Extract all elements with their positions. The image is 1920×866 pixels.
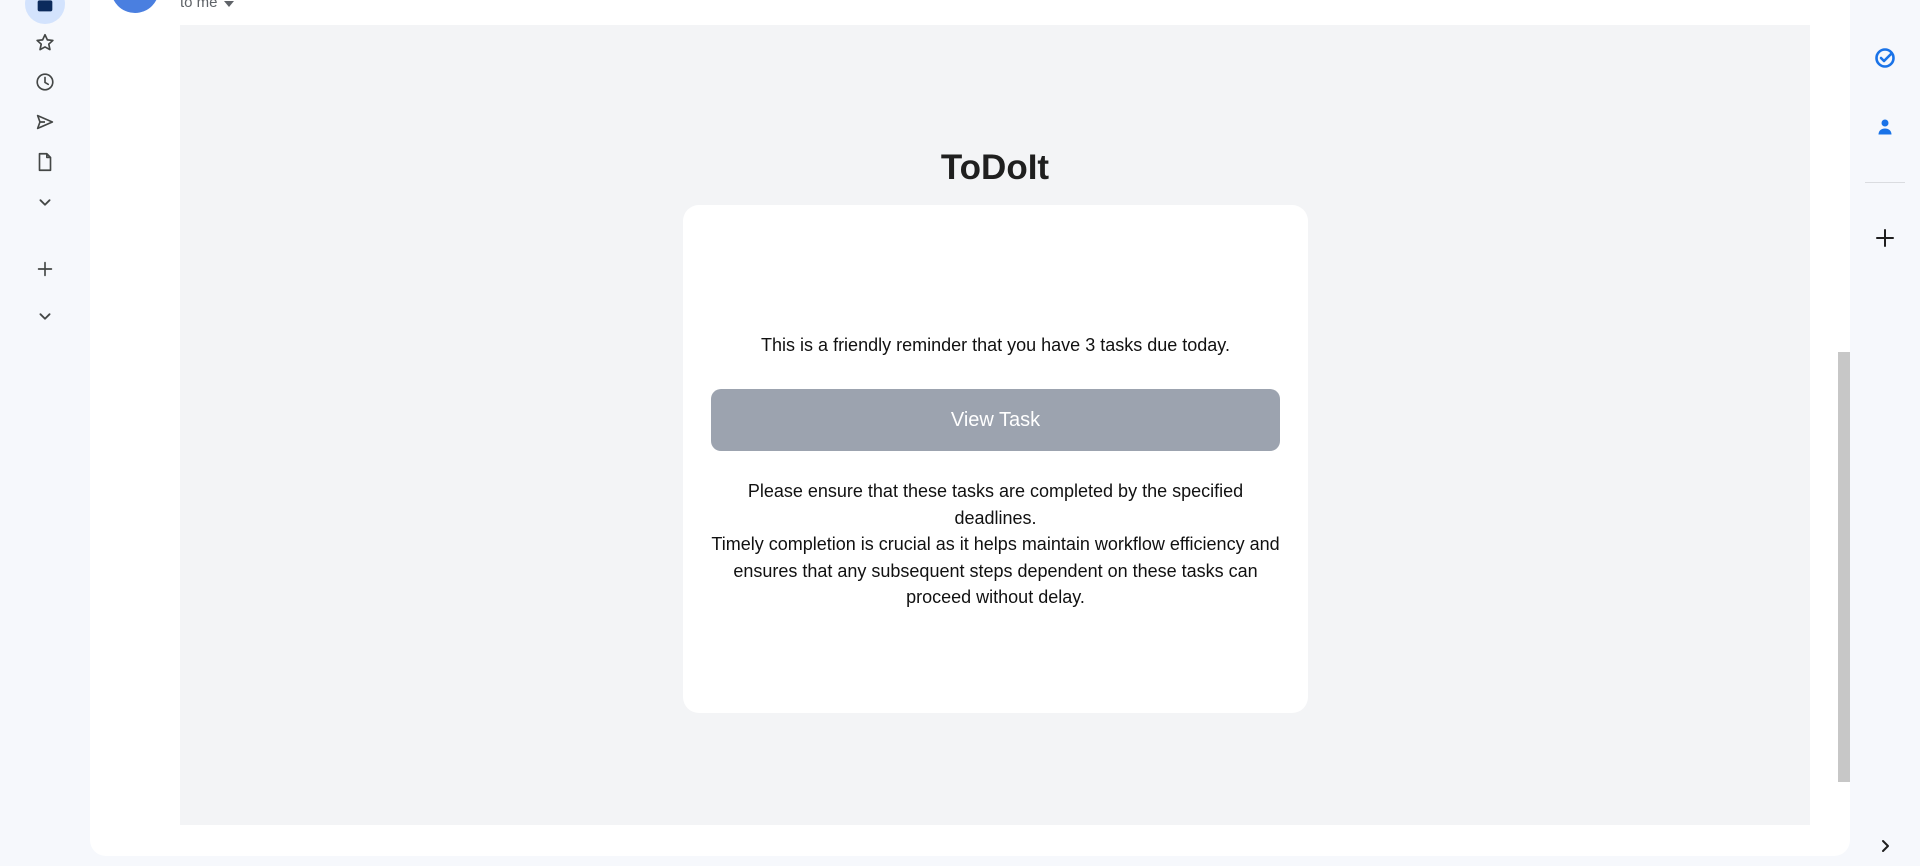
starred-button[interactable] (25, 23, 65, 63)
contacts-button[interactable] (1865, 107, 1905, 147)
brand-title: ToDoIt (940, 148, 1050, 187)
chevron-down-icon (39, 313, 51, 320)
body-line: Timely completion is crucial as it helps… (711, 534, 1280, 554)
reminder-card: This is a friendly reminder that you hav… (683, 205, 1308, 713)
snoozed-button[interactable] (25, 62, 65, 102)
inbox-button[interactable] (25, 0, 65, 24)
drafts-button[interactable] (25, 142, 65, 182)
body-paragraph: Please ensure that these tasks are compl… (708, 478, 1283, 611)
recipient-label: to me (180, 0, 218, 11)
plus-icon (37, 261, 53, 277)
clock-icon (36, 73, 54, 91)
rail-divider (1865, 182, 1905, 183)
email-body: ToDoIt This is a friendly reminder that … (180, 25, 1810, 825)
contacts-icon (1878, 119, 1892, 135)
body-line: proceed without delay. (906, 587, 1085, 607)
view-task-button[interactable]: View Task (711, 389, 1280, 451)
plus-icon (1876, 229, 1894, 247)
inbox-icon (37, 0, 53, 12)
more-button[interactable] (25, 182, 65, 222)
tasks-icon (1875, 48, 1895, 68)
tasks-button[interactable] (1865, 38, 1905, 78)
recipient-details[interactable]: to me (180, 0, 234, 11)
labels-expand-button[interactable] (25, 296, 65, 336)
send-icon (36, 114, 54, 130)
new-label-button[interactable] (25, 249, 65, 289)
body-line: Please ensure that these tasks are compl… (747, 481, 1244, 528)
chevron-down-icon (39, 199, 51, 206)
get-addons-button[interactable] (1865, 218, 1905, 258)
chevron-right-icon (1882, 840, 1889, 852)
scrollbar-thumb[interactable] (1838, 352, 1850, 782)
sent-button[interactable] (25, 102, 65, 142)
document-icon (38, 152, 52, 172)
star-icon (36, 33, 54, 51)
show-side-panel-button[interactable] (1865, 826, 1905, 866)
left-navigation-rail (0, 0, 90, 856)
body-line: ensures that any subsequent steps depend… (733, 560, 1258, 581)
reminder-text: This is a friendly reminder that you hav… (761, 335, 1230, 355)
caret-down-icon (223, 0, 234, 7)
